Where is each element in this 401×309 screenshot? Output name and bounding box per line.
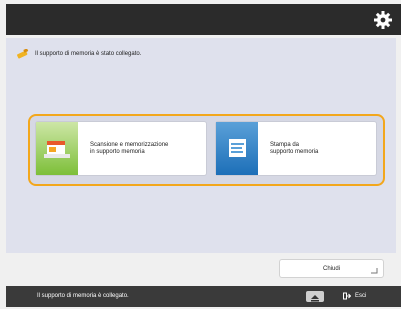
exit-button[interactable]: Esci xyxy=(343,292,366,300)
status-bar: Il supporto di memoria è collegato. Esci xyxy=(6,286,401,307)
close-button[interactable]: Chiudi xyxy=(280,260,383,277)
status-message: Il supporto di memoria è collegato. xyxy=(37,293,129,299)
close-label: Chiudi xyxy=(322,265,340,272)
options-group: Scansione e memorizzazione in supporto m… xyxy=(28,114,385,186)
exit-label: Esci xyxy=(355,293,367,299)
print-from-memory-button[interactable]: Stampa da supporto memoria xyxy=(216,122,376,175)
exit-icon xyxy=(343,292,351,300)
gear-icon[interactable] xyxy=(373,10,393,30)
corner-arrow-icon xyxy=(371,268,378,274)
top-bar xyxy=(6,4,401,35)
status-monitor-button[interactable] xyxy=(306,291,324,302)
main-panel: Il supporto di memoria è stato collegato… xyxy=(6,38,396,253)
scan-store-icon xyxy=(36,122,78,175)
memory-media-icon xyxy=(17,49,29,59)
option-label: Scansione e memorizzazione in supporto m… xyxy=(90,141,169,155)
eject-icon xyxy=(311,295,319,302)
option-label: Stampa da supporto memoria xyxy=(270,141,319,155)
message-row: Il supporto di memoria è stato collegato… xyxy=(16,49,141,59)
print-from-media-icon xyxy=(216,122,258,175)
scan-to-memory-button[interactable]: Scansione e memorizzazione in supporto m… xyxy=(36,122,206,175)
connected-message: Il supporto di memoria è stato collegato… xyxy=(35,51,142,57)
